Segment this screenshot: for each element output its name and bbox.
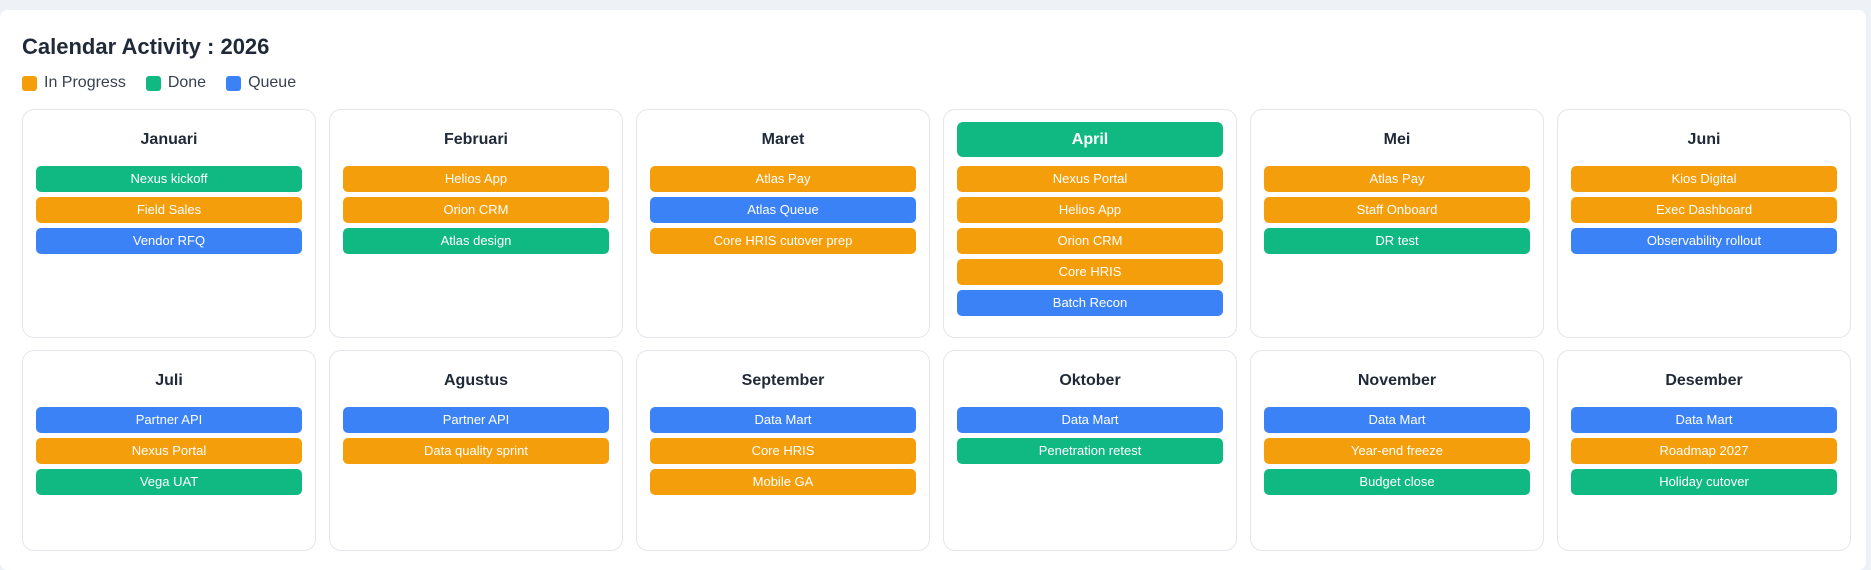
task-list: Nexus kickoff Field Sales Vendor RFQ: [36, 166, 302, 254]
month-card-juli: Juli Partner API Nexus Portal Vega UAT: [22, 350, 316, 551]
task-chip[interactable]: Helios App: [343, 166, 609, 192]
month-card-oktober: Oktober Data Mart Penetration retest: [943, 350, 1237, 551]
task-chip[interactable]: Atlas Pay: [650, 166, 916, 192]
legend-label: In Progress: [44, 74, 126, 91]
page-title: Calendar Activity : 2026: [22, 34, 270, 59]
month-card-januari: Januari Nexus kickoff Field Sales Vendor RF…: [22, 109, 316, 338]
task-chip[interactable]: Partner API: [343, 407, 609, 433]
legend-label: Queue: [248, 74, 297, 91]
task-list: Data Mart Penetration retest: [957, 407, 1223, 464]
legend-item-in-progress: In Progress: [22, 74, 126, 92]
task-chip[interactable]: Helios App: [957, 197, 1223, 223]
month-card-desember: Desember Data Mart Roadmap 2027 Holiday cut…: [1557, 350, 1851, 551]
month-card-april: April Nexus Portal Helios App Orion CRM Core…: [943, 109, 1237, 338]
month-header[interactable]: Mei: [1264, 122, 1530, 157]
task-list: Atlas Pay Staff Onboard DR test: [1264, 166, 1530, 254]
task-chip[interactable]: Batch Recon: [957, 290, 1223, 316]
task-chip[interactable]: Vendor RFQ: [36, 228, 302, 254]
task-list: Data Mart Roadmap 2027 Holiday cutover: [1571, 407, 1837, 495]
month-card-november: November Data Mart Year-end freeze Budget c…: [1250, 350, 1544, 551]
month-card-juni: Juni Kios Digital Exec Dashboard Observabil…: [1557, 109, 1851, 338]
task-chip[interactable]: Data quality sprint: [343, 438, 609, 464]
task-chip[interactable]: Core HRIS: [957, 259, 1223, 285]
task-chip[interactable]: Orion CRM: [343, 197, 609, 223]
task-chip[interactable]: Roadmap 2027: [1571, 438, 1837, 464]
task-chip[interactable]: Atlas Queue: [650, 197, 916, 223]
task-list: Atlas Pay Atlas Queue Core HRIS cutover pr…: [650, 166, 916, 254]
month-card-agustus: Agustus Partner API Data quality sprint: [329, 350, 623, 551]
month-header[interactable]: Agustus: [343, 363, 609, 398]
month-card-mei: Mei Atlas Pay Staff Onboard DR test: [1250, 109, 1544, 338]
task-chip[interactable]: Staff Onboard: [1264, 197, 1530, 223]
task-chip[interactable]: Data Mart: [1264, 407, 1530, 433]
task-list: Helios App Orion CRM Atlas design: [343, 166, 609, 254]
month-header[interactable]: Juni: [1571, 122, 1837, 157]
task-chip[interactable]: Atlas Pay: [1264, 166, 1530, 192]
task-chip[interactable]: Orion CRM: [957, 228, 1223, 254]
month-header[interactable]: Juli: [36, 363, 302, 398]
task-chip[interactable]: Kios Digital: [1571, 166, 1837, 192]
task-chip[interactable]: Vega UAT: [36, 469, 302, 495]
task-list: Partner API Nexus Portal Vega UAT: [36, 407, 302, 495]
legend: In Progress Done Queue: [22, 74, 296, 92]
task-chip[interactable]: Field Sales: [36, 197, 302, 223]
month-header[interactable]: April: [957, 122, 1223, 157]
month-card-september: September Data Mart Core HRIS Mobile GA: [636, 350, 930, 551]
task-chip[interactable]: DR test: [1264, 228, 1530, 254]
month-card-maret: Maret Atlas Pay Atlas Queue Core HRIS cutov…: [636, 109, 930, 338]
in-progress-swatch: [22, 75, 37, 91]
task-list: Data Mart Core HRIS Mobile GA: [650, 407, 916, 495]
task-chip[interactable]: Core HRIS cutover prep: [650, 228, 916, 254]
task-chip[interactable]: Core HRIS: [650, 438, 916, 464]
task-chip[interactable]: Atlas design: [343, 228, 609, 254]
task-chip[interactable]: Holiday cutover: [1571, 469, 1837, 495]
task-chip[interactable]: Budget close: [1264, 469, 1530, 495]
month-header[interactable]: Maret: [650, 122, 916, 157]
month-header[interactable]: Oktober: [957, 363, 1223, 398]
task-chip[interactable]: Penetration retest: [957, 438, 1223, 464]
task-chip[interactable]: Partner API: [36, 407, 302, 433]
done-swatch: [145, 75, 161, 91]
month-grid: Januari Nexus kickoff Field Sales Vendor RF…: [22, 109, 1851, 551]
task-chip[interactable]: Nexus Portal: [36, 438, 302, 464]
legend-label: Done: [167, 74, 207, 91]
month-header[interactable]: September: [650, 363, 916, 398]
task-list: Partner API Data quality sprint: [343, 407, 609, 464]
calendar-panel: Calendar Activity : 2026 In Progress Don…: [0, 10, 1866, 570]
task-chip[interactable]: Nexus kickoff: [36, 166, 302, 192]
month-header[interactable]: Februari: [343, 122, 609, 157]
month-header[interactable]: Desember: [1571, 363, 1837, 398]
task-chip[interactable]: Year-end freeze: [1264, 438, 1530, 464]
task-chip[interactable]: Mobile GA: [650, 469, 916, 495]
task-chip[interactable]: Exec Dashboard: [1571, 197, 1837, 223]
task-chip[interactable]: Data Mart: [1571, 407, 1837, 433]
month-header[interactable]: November: [1264, 363, 1530, 398]
task-chip[interactable]: Data Mart: [957, 407, 1223, 433]
month-header[interactable]: Januari: [36, 122, 302, 157]
task-chip[interactable]: Nexus Portal: [957, 166, 1223, 192]
queue-swatch: [226, 75, 242, 91]
legend-item-done: Done: [145, 74, 207, 92]
task-chip[interactable]: Data Mart: [650, 407, 916, 433]
month-card-februari: Februari Helios App Orion CRM Atlas design: [329, 109, 623, 338]
legend-item-queue: Queue: [226, 74, 296, 92]
task-list: Kios Digital Exec Dashboard Observability …: [1571, 166, 1837, 254]
task-chip[interactable]: Observability rollout: [1571, 228, 1837, 254]
task-list: Nexus Portal Helios App Orion CRM Core HRIS…: [957, 166, 1223, 316]
task-list: Data Mart Year-end freeze Budget close: [1264, 407, 1530, 495]
